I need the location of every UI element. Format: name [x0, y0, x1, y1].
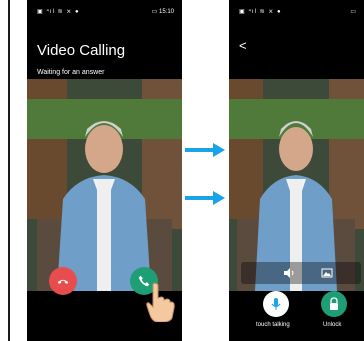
back-button[interactable]: < [239, 38, 247, 53]
right-arrow-icon [185, 191, 225, 205]
pointing-hand-icon [146, 282, 175, 322]
microphone-icon [271, 298, 281, 310]
phone-hangup-icon [57, 279, 69, 284]
touch-talking-button[interactable] [263, 291, 289, 317]
status-time: ▭ 15:10 [151, 9, 174, 15]
image-icon[interactable] [321, 267, 333, 279]
status-icons: ▣ ⁴ıl ≋ ⨯ ● [37, 9, 80, 15]
status-icons: ▣ ⁴ıl ≋ ⨯ ● [239, 9, 282, 15]
unlock-button[interactable] [321, 291, 347, 317]
speaker-icon[interactable] [283, 267, 295, 279]
call-status-text: Waiting for an answer [37, 69, 105, 76]
right-arrow-icon [185, 143, 225, 157]
video-feed [229, 79, 364, 291]
video-feed [27, 79, 182, 291]
active-call-screen: ▣ ⁴ıl ≋ ⨯ ● ▭ < touch talking Unlock [229, 0, 364, 341]
incoming-call-screen: ▣ ⁴ıl ≋ ⨯ ● ▭ 15:10 Video Calling Waitin… [27, 0, 182, 341]
status-battery: ▭ [350, 9, 356, 15]
decline-button[interactable] [49, 267, 77, 295]
status-bar: ▣ ⁴ıl ≋ ⨯ ● ▭ [229, 0, 364, 22]
status-bar: ▣ ⁴ıl ≋ ⨯ ● ▭ 15:10 [27, 0, 182, 22]
video-controls [241, 262, 361, 284]
lock-icon [330, 297, 338, 310]
page-title: Video Calling [37, 42, 126, 59]
unlock-label: Unlock [323, 322, 342, 328]
touch-talking-label: touch talking [256, 322, 290, 328]
divider-line [8, 0, 10, 341]
